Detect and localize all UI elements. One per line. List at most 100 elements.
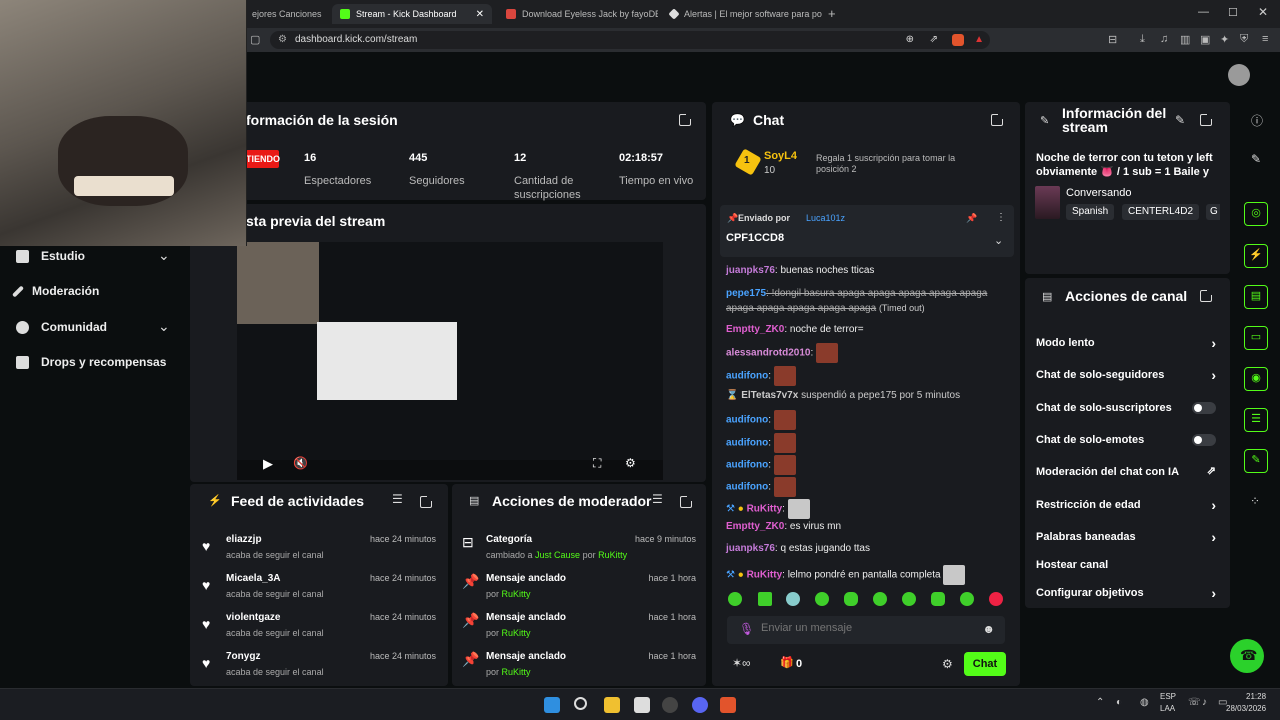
- action-age-restriction[interactable]: Restricción de edad ›: [1036, 497, 1220, 513]
- url-field[interactable]: ⚙ dashboard.kick.com/stream ⊕ ⇗ ▲: [270, 31, 990, 49]
- chat-username[interactable]: pepe175: [726, 288, 766, 299]
- feed-user[interactable]: Micaela_3A: [226, 573, 280, 584]
- chat-username[interactable]: Emptty_ZK0: [726, 521, 784, 532]
- sidebar-item-drops[interactable]: Drops y recompensas: [16, 355, 166, 369]
- vpn-icon[interactable]: ⛨: [1240, 33, 1248, 46]
- clock-time[interactable]: 21:28: [1246, 692, 1266, 701]
- clock-date[interactable]: 28/03/2026: [1226, 704, 1266, 713]
- chat-input[interactable]: 🎙 ☻: [727, 616, 1005, 644]
- rail-document-button[interactable]: ▤: [1244, 285, 1268, 309]
- rail-camera-button[interactable]: ◎: [1244, 202, 1268, 226]
- stream-preview-video[interactable]: ▶ 🔇 ⛶ ⚙: [237, 242, 663, 480]
- emote-4-icon[interactable]: [815, 592, 829, 606]
- feed-user[interactable]: eliazzjp: [226, 534, 262, 545]
- mod-user[interactable]: RuKitty: [598, 550, 627, 560]
- chat-username[interactable]: audifono: [726, 460, 768, 471]
- help-button[interactable]: ☎: [1230, 639, 1264, 673]
- mod-category[interactable]: Just Cause: [535, 550, 580, 560]
- maximize-icon[interactable]: ☐: [1228, 6, 1238, 19]
- rail-list-button[interactable]: ☰: [1244, 408, 1268, 432]
- chat-username[interactable]: audifono: [726, 415, 768, 426]
- settings-icon[interactable]: ⚙: [625, 456, 636, 470]
- brave-rewards-icon[interactable]: ▲: [974, 31, 984, 49]
- site-info-icon[interactable]: ⚙: [278, 31, 287, 49]
- discord-icon[interactable]: [692, 697, 708, 713]
- search-icon[interactable]: [574, 697, 587, 710]
- close-tab-icon[interactable]: ✕: [476, 9, 484, 20]
- wallet-icon[interactable]: ▣: [1200, 33, 1210, 46]
- tab-3[interactable]: Download Eyeless Jack by fayoDEV -: [498, 4, 658, 24]
- expand-icon[interactable]: [991, 113, 1004, 126]
- app-icon[interactable]: [634, 697, 650, 713]
- leo-icon[interactable]: ⊟: [1108, 33, 1117, 46]
- media-icon[interactable]: ♫: [1160, 33, 1168, 45]
- mod-user[interactable]: RuKitty: [502, 628, 531, 638]
- rail-chat-button[interactable]: ▭: [1244, 326, 1268, 350]
- chat-username[interactable]: ElTetas7v7x: [741, 390, 798, 401]
- ai-icon[interactable]: ✦: [1220, 33, 1229, 46]
- expand-icon[interactable]: [679, 113, 692, 126]
- emote-8-icon[interactable]: [931, 592, 945, 606]
- menu-icon[interactable]: ≡: [1262, 33, 1268, 45]
- emote-7-icon[interactable]: [902, 592, 916, 606]
- mute-icon[interactable]: 🔇: [293, 456, 308, 470]
- info-icon[interactable]: ⓘ: [1251, 112, 1263, 129]
- profile-avatar[interactable]: [1228, 64, 1250, 86]
- rail-wrench-button[interactable]: ✎: [1244, 449, 1268, 473]
- emote-6-icon[interactable]: [873, 592, 887, 606]
- chevron-down-icon[interactable]: ⌄: [158, 247, 170, 264]
- chat-username[interactable]: RuKitty: [747, 570, 783, 581]
- emote-10-icon[interactable]: [989, 592, 1003, 606]
- tab-1[interactable]: ejores Canciones De: [244, 4, 324, 24]
- chevron-down-icon[interactable]: ⌄: [994, 234, 1003, 247]
- emote-5-icon[interactable]: [844, 592, 858, 606]
- chat-username[interactable]: Emptty_ZK0: [726, 324, 784, 335]
- chat-username[interactable]: audifono: [726, 482, 768, 493]
- send-chat-button[interactable]: Chat: [964, 652, 1006, 676]
- unpin-icon[interactable]: 📌: [966, 213, 977, 224]
- tab-kick-dashboard[interactable]: Stream - Kick Dashboard ✕: [332, 4, 492, 24]
- share-icon[interactable]: ⇗: [930, 31, 938, 49]
- mod-user[interactable]: RuKitty: [502, 667, 531, 677]
- chat-username[interactable]: juanpks76: [726, 543, 775, 554]
- more-apps-icon[interactable]: ⁘: [1250, 494, 1260, 508]
- expand-icon[interactable]: [420, 495, 433, 508]
- subs-only-toggle[interactable]: [1192, 402, 1216, 414]
- brave-shields-icon[interactable]: [952, 34, 964, 46]
- sidebar-item-estudio[interactable]: Estudio: [16, 249, 85, 263]
- tag-centerl4d2[interactable]: CENTERL4D2: [1122, 204, 1200, 220]
- mic-icon[interactable]: 🎙: [739, 622, 754, 636]
- chat-message-field[interactable]: [761, 622, 961, 634]
- action-ai-moderation[interactable]: Moderación del chat con IA ⇗: [1036, 465, 1220, 478]
- download-icon[interactable]: ⤓: [1140, 33, 1145, 46]
- emoji-picker-icon[interactable]: ☻: [982, 622, 995, 636]
- top-gifter-name[interactable]: SoyL4: [764, 150, 797, 162]
- zoom-icon[interactable]: ⊕: [906, 31, 914, 49]
- action-banned-words[interactable]: Palabras baneadas ›: [1036, 529, 1220, 545]
- brave-icon[interactable]: [720, 697, 736, 713]
- pencil-icon[interactable]: ✎: [1251, 152, 1261, 166]
- sidebar-toggle-icon[interactable]: ▥: [1180, 33, 1190, 46]
- chat-username[interactable]: audifono: [726, 438, 768, 449]
- emote-2-icon[interactable]: [758, 592, 772, 606]
- action-slow-mode[interactable]: Modo lento ›: [1036, 335, 1220, 351]
- emote-3-icon[interactable]: [786, 592, 800, 606]
- emotes-only-toggle[interactable]: [1192, 434, 1216, 446]
- tab-4[interactable]: Alertas | El mejor software para pote: [662, 4, 822, 24]
- emote-9-icon[interactable]: [960, 592, 974, 606]
- bookmark-icon[interactable]: ▢: [250, 33, 260, 46]
- edit-icon[interactable]: ✎: [1175, 113, 1185, 127]
- expand-icon[interactable]: [680, 495, 693, 508]
- windows-start-icon[interactable]: [544, 697, 560, 713]
- tag-overflow[interactable]: G: [1206, 204, 1220, 220]
- rail-bolt-button[interactable]: ⚡: [1244, 244, 1268, 268]
- minimize-icon[interactable]: —: [1198, 6, 1209, 18]
- sidebar-item-moderacion[interactable]: Moderación: [11, 284, 99, 298]
- feed-user[interactable]: 7onygz: [226, 651, 260, 662]
- volume-icon[interactable]: ♪: [1202, 697, 1207, 708]
- expand-icon[interactable]: [1200, 289, 1213, 302]
- rail-broadcast-button[interactable]: ◉: [1244, 367, 1268, 391]
- close-window-icon[interactable]: ✕: [1258, 5, 1268, 19]
- tag-spanish[interactable]: Spanish: [1066, 204, 1115, 220]
- file-explorer-icon[interactable]: [604, 697, 620, 713]
